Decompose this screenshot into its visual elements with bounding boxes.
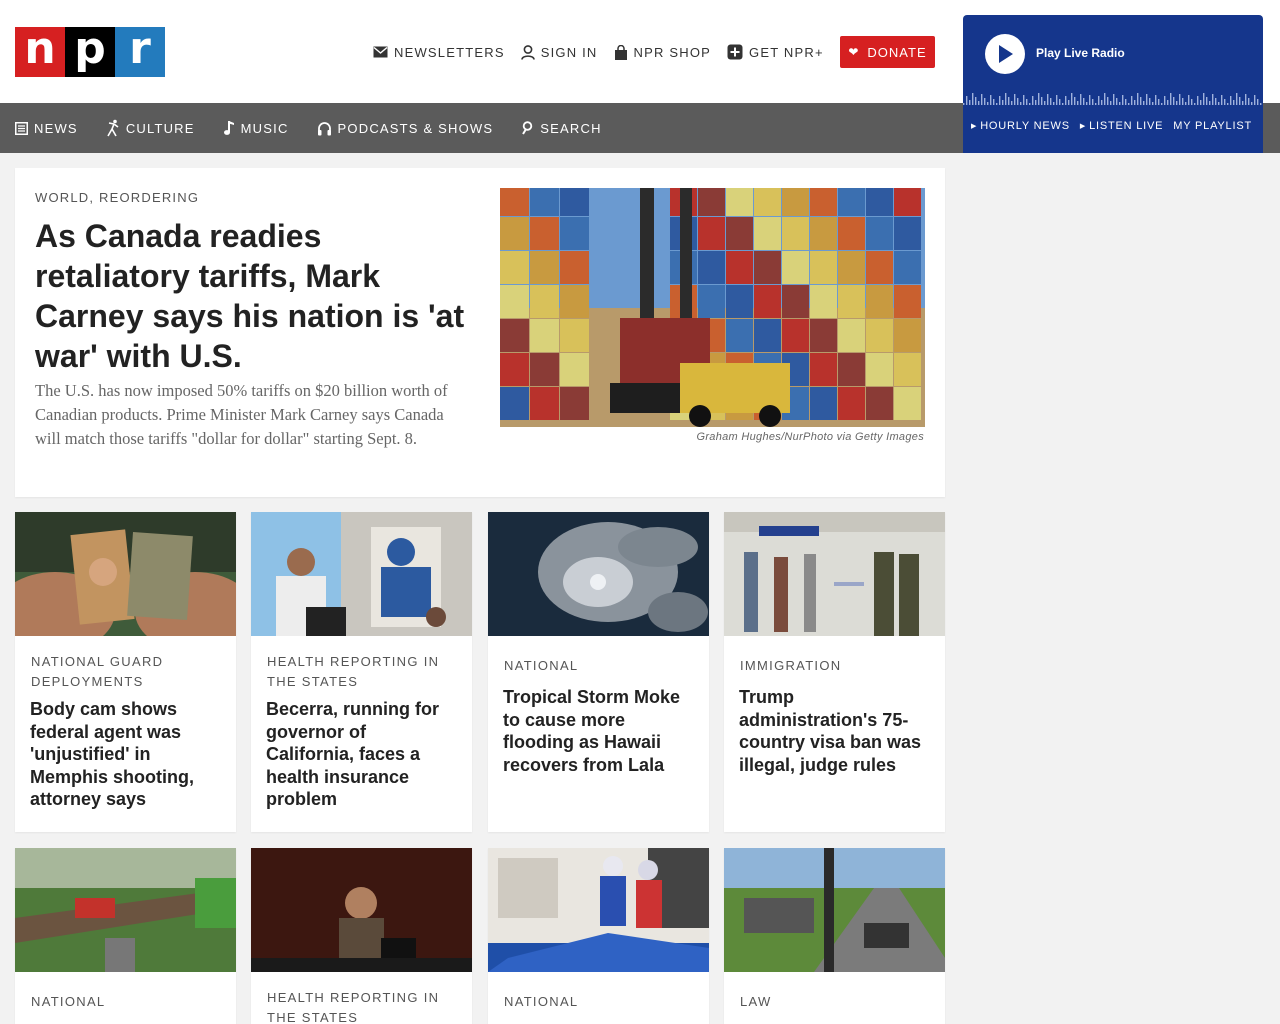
nav-item-culture[interactable]: CULTURE — [106, 119, 195, 137]
story-thumbnail — [15, 512, 236, 636]
heart-icon: ❤ — [848, 45, 860, 59]
listen-live-label: LISTEN LIVE — [1089, 120, 1164, 132]
lead-story-image[interactable] — [500, 188, 925, 427]
nav-item-news[interactable]: NEWS — [15, 121, 78, 136]
my-playlist-label: MY PLAYLIST — [1173, 120, 1252, 132]
play-triangle-icon: ▶ — [971, 123, 978, 130]
story-card[interactable]: NATIONAL — [488, 848, 709, 1024]
play-icon — [999, 45, 1013, 63]
headphones-icon — [317, 121, 331, 135]
npr-shop-label: NPR SHOP — [633, 44, 712, 60]
story-slug[interactable]: HEALTH REPORTING IN THE STATES — [267, 652, 457, 692]
live-radio-player: Play Live Radio ▶ HOURLY NEWS ▶ LISTEN LIV… — [963, 15, 1263, 153]
header-links: NEWSLETTERS SIGN IN NPR SHOP GET NPR+ — [373, 42, 840, 62]
newsletters-label: NEWSLETTERS — [394, 44, 505, 60]
lead-image-credit: Graham Hughes/NurPhoto via Getty Images — [696, 431, 924, 443]
sign-in-link[interactable]: SIGN IN — [520, 44, 598, 60]
story-thumbnail — [15, 848, 236, 972]
nav-music-label: MUSIC — [240, 120, 289, 136]
story-thumbnail — [724, 848, 945, 972]
nav-search-label: SEARCH — [540, 120, 602, 136]
player-links: ▶ HOURLY NEWS ▶ LISTEN LIVE MY PLAYLIST — [971, 120, 1262, 132]
story-card[interactable]: HEALTH REPORTING IN THE STATES — [251, 848, 472, 1024]
plus-square-icon — [727, 44, 743, 60]
nav-podcasts-label: PODCASTS & SHOWS — [337, 120, 494, 136]
nav-news-label: NEWS — [34, 120, 78, 136]
nav-culture-label: CULTURE — [125, 120, 195, 136]
story-thumbnail — [724, 512, 945, 636]
envelope-icon — [373, 46, 388, 58]
story-slug[interactable]: NATIONAL GUARD DEPLOYMENTS — [31, 652, 221, 692]
listen-live-link[interactable]: ▶ LISTEN LIVE — [1080, 120, 1163, 132]
story-slug[interactable]: NATIONAL — [504, 992, 694, 1012]
story-card[interactable]: NATIONAL Tropical Storm Moke to cause mo… — [488, 512, 709, 832]
shipping-containers-photo — [500, 188, 925, 427]
lead-story-title[interactable]: As Canada readies retaliatory tariffs, M… — [35, 216, 475, 376]
main-nav: NEWS CULTURE MUSIC PODCASTS & SHOWS SEAR… — [0, 103, 963, 153]
story-slug[interactable]: IMMIGRATION — [740, 656, 930, 676]
story-title[interactable]: Becerra, running for governor of Califor… — [266, 698, 457, 811]
story-slug[interactable]: NATIONAL — [31, 992, 221, 1012]
hourly-news-link[interactable]: ▶ HOURLY NEWS — [971, 120, 1070, 132]
story-slug[interactable]: HEALTH REPORTING IN THE STATES — [267, 988, 457, 1024]
logo-letter-p: p — [65, 27, 115, 77]
play-live-radio-label: Play Live Radio — [1036, 46, 1125, 60]
get-npr-plus-link[interactable]: GET NPR+ — [727, 44, 824, 60]
lead-story-teaser: The U.S. has now imposed 50% tariffs on … — [35, 381, 448, 448]
logo-letter-n: n — [15, 27, 65, 77]
story-card[interactable]: LAW — [724, 848, 945, 1024]
newsletters-link[interactable]: NEWSLETTERS — [373, 45, 505, 60]
story-title[interactable]: Body cam shows federal agent was 'unjust… — [30, 698, 221, 811]
nav-item-podcasts-shows[interactable]: PODCASTS & SHOWS — [317, 121, 494, 136]
user-icon — [520, 44, 535, 60]
lead-story: WORLD, REORDERING As Canada readies reta… — [15, 168, 945, 497]
nav-bar-edge — [1263, 103, 1280, 153]
nav-item-search[interactable]: SEARCH — [521, 121, 601, 136]
story-title[interactable]: Trump administration's 75-country visa b… — [739, 686, 930, 776]
dancer-icon — [107, 119, 119, 137]
npr-logo[interactable]: n p r — [15, 27, 165, 77]
logo-letter-r: r — [115, 27, 165, 77]
story-thumbnail — [488, 848, 709, 972]
story-slug[interactable]: NATIONAL — [504, 656, 694, 676]
newspaper-icon — [15, 121, 28, 135]
shopping-bag-icon — [614, 44, 627, 60]
story-card[interactable]: IMMIGRATION Trump administration's 75-co… — [724, 512, 945, 832]
audio-waveform — [963, 93, 1262, 105]
story-thumbnail — [251, 512, 472, 636]
story-card[interactable]: HEALTH REPORTING IN THE STATES Becerra, … — [251, 512, 472, 832]
story-card[interactable]: NATIONAL GUARD DEPLOYMENTS Body cam show… — [15, 512, 236, 832]
nav-item-music[interactable]: MUSIC — [223, 120, 289, 136]
story-slug[interactable]: LAW — [740, 992, 930, 1012]
npr-shop-link[interactable]: NPR SHOP — [614, 44, 712, 60]
play-button[interactable] — [985, 34, 1025, 74]
play-triangle-icon: ▶ — [1079, 123, 1087, 130]
story-card[interactable]: NATIONAL — [15, 848, 236, 1024]
sign-in-label: SIGN IN — [540, 44, 598, 60]
my-playlist-link[interactable]: MY PLAYLIST — [1173, 120, 1252, 132]
story-thumbnail — [488, 512, 709, 636]
donate-label: DONATE — [867, 44, 927, 60]
lead-story-slug[interactable]: WORLD, REORDERING — [35, 190, 199, 205]
story-title[interactable]: Tropical Storm Moke to cause more floodi… — [503, 686, 694, 776]
search-icon — [522, 121, 533, 135]
donate-button[interactable]: ❤ DONATE — [840, 36, 935, 68]
music-note-icon — [223, 121, 234, 135]
story-thumbnail — [251, 848, 472, 972]
hourly-news-label: HOURLY NEWS — [980, 120, 1070, 132]
get-npr-plus-label: GET NPR+ — [749, 44, 824, 60]
